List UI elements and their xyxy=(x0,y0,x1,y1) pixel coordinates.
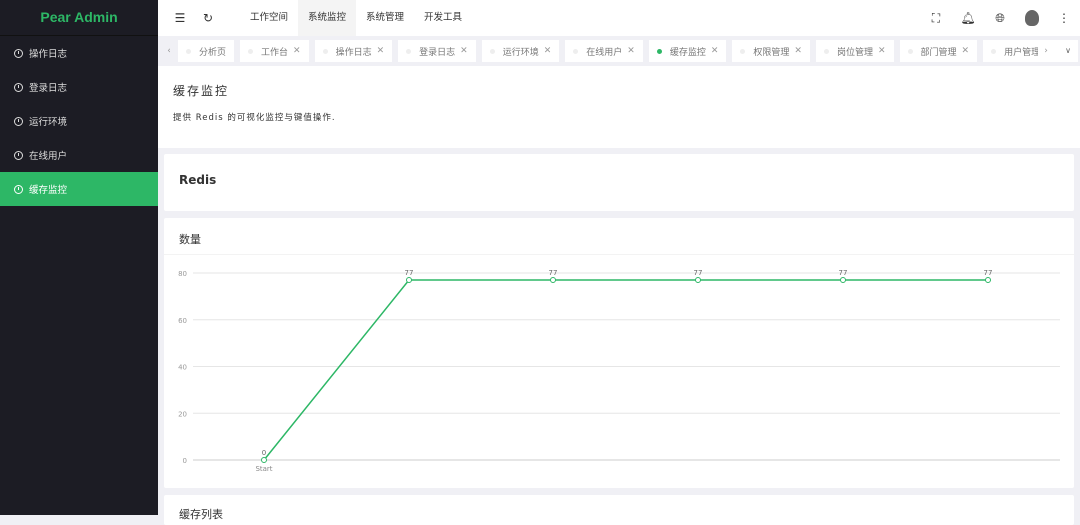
y-tick-label: 60 xyxy=(178,317,187,325)
data-label: 77 xyxy=(405,269,414,277)
y-tick-label: 20 xyxy=(178,410,187,418)
data-label: 77 xyxy=(694,269,703,277)
data-point xyxy=(261,457,267,463)
y-tick-label: 0 xyxy=(183,457,187,465)
series-line xyxy=(263,279,988,461)
data-point xyxy=(550,277,556,284)
y-tick-label: 40 xyxy=(178,364,187,372)
data-label: 77 xyxy=(549,269,558,277)
data-point xyxy=(695,277,701,284)
data-point xyxy=(985,277,991,284)
data-point xyxy=(840,277,846,284)
y-tick-label: 80 xyxy=(178,270,187,278)
data-label: 77 xyxy=(839,269,848,277)
data-label: 0 xyxy=(262,449,266,457)
cache-list-card: 缓存列表 xyxy=(164,495,1074,525)
data-label: 77 xyxy=(984,269,993,277)
x-tick-label: Start xyxy=(255,465,272,473)
data-point xyxy=(406,277,412,284)
cache-list-title: 缓存列表 xyxy=(179,508,223,521)
count-line-chart: 0 20 40 60 80 0 Start 77 77 77 77 77 xyxy=(178,269,1060,473)
